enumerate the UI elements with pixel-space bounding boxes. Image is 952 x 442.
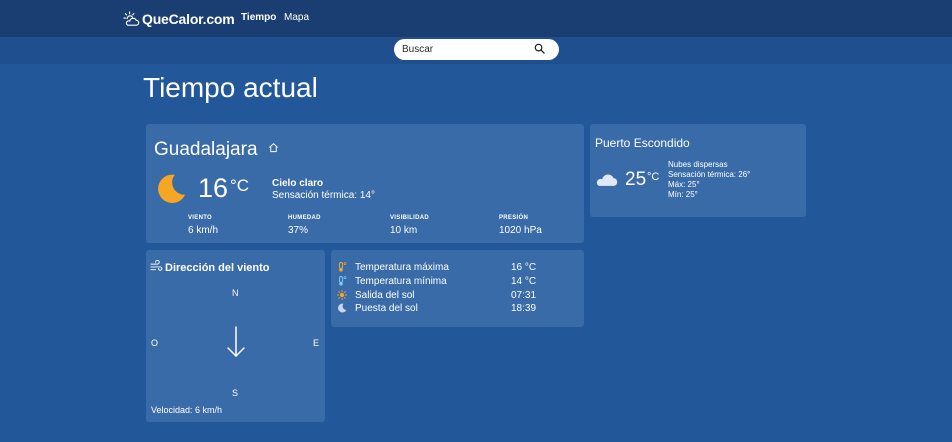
detail-label-min-temp: Temperatura mínima xyxy=(355,276,447,287)
detail-value-max-temp: 16 °C xyxy=(511,262,537,273)
city-name: Guadalajara xyxy=(154,139,258,160)
sunrise-icon xyxy=(337,290,347,300)
detail-value-sunrise: 07:31 xyxy=(511,290,537,301)
other-city-card[interactable]: Puerto Escondido 25 °C Nubes dispersas S… xyxy=(590,124,806,217)
current-temperature: 16 xyxy=(198,173,229,203)
stat-label-humidity: HUMEDAD xyxy=(288,215,321,221)
home-icon[interactable] xyxy=(268,142,279,153)
wind-direction-card: Dirección del viento N O E S Velocidad: … xyxy=(146,250,325,422)
detail-label-sunset: Puesta del sol xyxy=(355,303,418,314)
moon-icon xyxy=(158,174,186,203)
stat-value-humidity: 37% xyxy=(288,225,309,236)
other-city-temperature: 25 xyxy=(625,169,647,190)
wind-direction-title: Dirección del viento xyxy=(165,262,270,274)
temperature-unit: °C xyxy=(230,176,250,195)
moon-icon xyxy=(338,303,347,313)
nav-tiempo[interactable]: Tiempo xyxy=(241,12,276,23)
thermometer-hot-icon xyxy=(339,262,347,272)
brand-name: QueCalor.com xyxy=(142,11,235,27)
compass-south: S xyxy=(232,388,239,398)
top-navbar: QueCalor.com Tiempo Mapa xyxy=(0,0,952,37)
sun-cloud-logo-icon xyxy=(123,10,140,26)
stat-value-visibility: 10 km xyxy=(390,225,418,236)
stat-label-wind: VIENTO xyxy=(188,215,213,221)
search-input[interactable] xyxy=(402,42,532,57)
weather-condition: Cielo claro xyxy=(272,178,324,189)
wind-speed: Velocidad: 6 km/h xyxy=(151,405,223,415)
search-icon[interactable] xyxy=(534,43,545,54)
detail-label-sunrise: Salida del sol xyxy=(355,290,415,301)
compass-west: O xyxy=(151,338,159,348)
detail-value-sunset: 18:39 xyxy=(511,303,537,314)
other-city-temperature-unit: °C xyxy=(647,171,660,183)
other-city-feels-like: Sensación térmica: 26° xyxy=(668,170,751,179)
stat-label-visibility: VISIBILIDAD xyxy=(390,215,429,221)
compass-east: E xyxy=(313,338,320,348)
other-city-name: Puerto Escondido xyxy=(595,136,690,150)
thermometer-cold-icon xyxy=(339,276,347,286)
page-title: Tiempo actual xyxy=(143,72,318,103)
other-city-max: Máx: 25° xyxy=(668,180,700,189)
stat-label-pressure: PRESIÓN xyxy=(499,215,529,221)
other-city-condition: Nubes dispersas xyxy=(668,160,728,169)
detail-value-min-temp: 14 °C xyxy=(511,276,537,287)
cloud-icon xyxy=(596,174,618,187)
current-weather-card: Guadalajara 16 °C Cielo claro Sensación … xyxy=(146,124,584,243)
compass-north: N xyxy=(232,288,239,298)
detail-label-max-temp: Temperatura máxima xyxy=(355,262,449,273)
feels-like: Sensación térmica: 14° xyxy=(272,190,375,201)
details-card: Temperatura máxima 16 °C Temperatura mín… xyxy=(331,250,584,327)
wind-arrow-icon xyxy=(227,326,245,357)
brand-logo[interactable]: QueCalor.com xyxy=(123,9,235,29)
stat-value-wind: 6 km/h xyxy=(188,225,219,236)
other-city-min: Mín: 25° xyxy=(668,190,698,199)
nav-mapa[interactable]: Mapa xyxy=(284,12,309,23)
wind-icon xyxy=(150,260,163,271)
stat-value-pressure: 1020 hPa xyxy=(499,225,542,236)
